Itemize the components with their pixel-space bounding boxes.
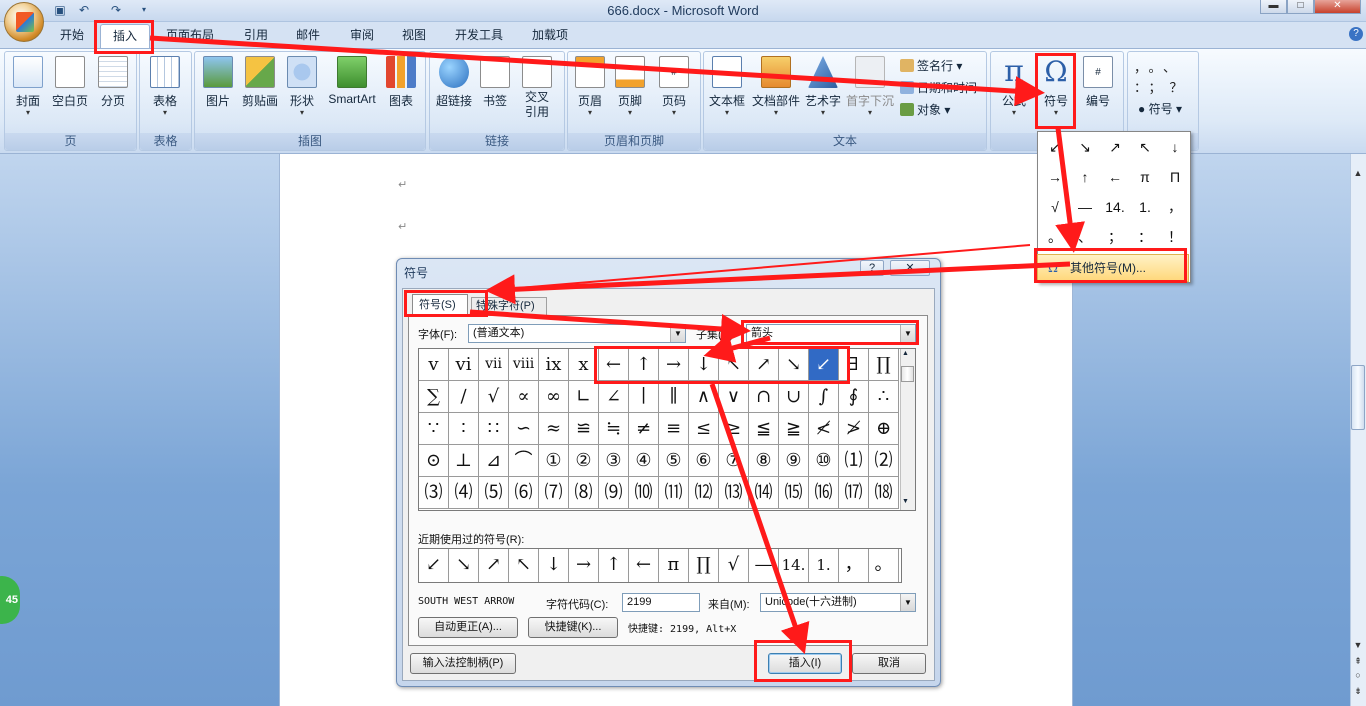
- arrow-to-arrows-range: [703, 333, 771, 363]
- arrow-to-subset: [469, 309, 751, 344]
- office-logo-icon: [16, 12, 34, 32]
- arrow-to-more-symbols: [1055, 127, 1085, 253]
- arrow-to-symbols-tab: [485, 261, 1071, 305]
- arrow-to-symbol-button: [149, 35, 1045, 107]
- arrow-to-insert-button: [709, 383, 810, 655]
- annotation-arrows: [149, 35, 1085, 655]
- office-button[interactable]: [4, 2, 44, 42]
